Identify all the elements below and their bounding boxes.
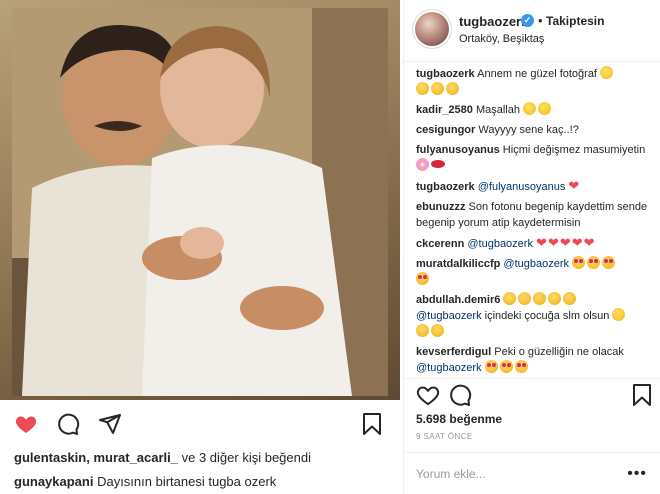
- header-dot: •: [538, 13, 543, 28]
- comment-item: tugbaozerk Annem ne güzel fotoğraf: [416, 66, 649, 98]
- comments-list[interactable]: tugbaozerk Annem ne güzel fotoğraf kadir…: [404, 66, 660, 376]
- comment-user[interactable]: muratdalkiliccfp: [416, 258, 500, 270]
- bookmark-icon[interactable]: [360, 412, 384, 436]
- flower-emoji-icon: [416, 158, 429, 171]
- likes-count-line[interactable]: 5.698 beğenme: [416, 412, 502, 426]
- heart-emoji-icon: ❤: [583, 235, 595, 250]
- smile-emoji-icon: [538, 102, 552, 115]
- liked-by-line: gulentaskin, murat_acarli_ ve 3 diğer ki…: [14, 450, 311, 465]
- post-photo-content: [12, 8, 388, 396]
- comment-item: ckcerenn @tugbaozerk ❤❤❤❤❤: [416, 235, 649, 252]
- details-actions-bar: [404, 378, 660, 408]
- comment-item: ebunuzzz Son fotonu begenip kaydettim se…: [416, 199, 649, 231]
- comment-user[interactable]: cesigungor: [416, 124, 475, 136]
- comment-input[interactable]: [416, 465, 626, 483]
- comment-text: Annem ne güzel fotoğraf: [474, 68, 601, 80]
- comment-item: tugbaozerk @fulyanusoyanus ❤: [416, 178, 649, 195]
- location-link[interactable]: Ortaköy, Beşiktaş: [459, 33, 544, 45]
- avatar[interactable]: [415, 12, 449, 46]
- post-photo[interactable]: [0, 0, 400, 400]
- caption-user[interactable]: gunaykapani: [14, 474, 93, 489]
- more-icon[interactable]: •••: [627, 465, 647, 483]
- comment-user[interactable]: fulyanusoyanus: [416, 144, 500, 156]
- heart-eyes-emoji-icon: [416, 272, 429, 285]
- likes-label: beğenme: [446, 412, 503, 426]
- liked-by-users[interactable]: gulentaskin, murat_acarli_: [14, 450, 178, 465]
- heart-eyes-emoji-icon: [514, 360, 528, 373]
- verified-icon: ✓: [521, 14, 534, 27]
- comment-mention[interactable]: @tugbaozerk: [500, 258, 569, 270]
- lips-emoji-icon: [431, 160, 445, 168]
- comment-mention[interactable]: @tugbaozerk: [464, 238, 533, 250]
- comment-text: Peki o güzelliğin ne olacak: [491, 346, 624, 358]
- comment-item: abdullah.demir6 @tugbaozerk içindeki çoc…: [416, 292, 649, 340]
- comment-item: cesigungor Wayyyy sene kaç..!?: [416, 122, 649, 138]
- kiss-emoji-icon: [548, 292, 562, 305]
- heart-emoji-icon: ❤: [559, 235, 571, 250]
- comment-item: kevserferdigul Peki o güzelliğin ne olac…: [416, 344, 649, 376]
- kiss-emoji-icon: [431, 324, 444, 337]
- heart-icon[interactable]: [14, 412, 38, 436]
- smile-emoji-icon: [612, 308, 626, 321]
- heart-eyes-emoji-icon: [484, 360, 498, 373]
- kiss-emoji-icon: [431, 82, 444, 95]
- comment-text: içindeki çocuğa slm olsun: [481, 310, 613, 322]
- comment-user[interactable]: kevserferdigul: [416, 346, 491, 358]
- heart-eyes-emoji-icon: [499, 360, 513, 373]
- post-header: tugbaozerk ✓ • Takiptesin Ortaköy, Beşik…: [404, 0, 660, 62]
- kiss-emoji-icon: [563, 292, 577, 305]
- kiss-emoji-icon: [416, 324, 429, 337]
- caption-text: Dayısının birtanesi tugba ozerk: [93, 474, 277, 489]
- caption-line: gunaykapani Dayısının birtanesi tugba oz…: [14, 474, 276, 489]
- smile-emoji-icon: [600, 66, 614, 79]
- likes-count: 5.698: [416, 412, 447, 426]
- bookmark-icon[interactable]: [630, 383, 654, 407]
- kiss-emoji-icon: [533, 292, 547, 305]
- comment-text: Maşallah: [472, 104, 524, 116]
- comment-item: fulyanusoyanus Hiçmi değişmez masumiyeti…: [416, 142, 649, 174]
- comment-user[interactable]: ckcerenn: [416, 238, 464, 250]
- kiss-emoji-icon: [446, 82, 459, 95]
- post-panel: gulentaskin, murat_acarli_ ve 3 diğer ki…: [0, 0, 400, 494]
- comment-user[interactable]: kadir_2580: [416, 104, 473, 116]
- post-timestamp[interactable]: 9 SAAT ÖNCE: [416, 432, 473, 441]
- comment-mention[interactable]: @tugbaozerk: [416, 310, 482, 322]
- kiss-emoji-icon: [518, 292, 532, 305]
- header-username[interactable]: tugbaozerk: [459, 14, 528, 29]
- comment-user[interactable]: tugbaozerk: [416, 68, 475, 80]
- comment-user[interactable]: tugbaozerk: [416, 181, 475, 193]
- follow-status-button[interactable]: Takiptesin: [546, 14, 604, 28]
- post-actions-bar: [0, 402, 400, 442]
- liked-by-suffix: ve 3 diğer kişi beğendi: [178, 450, 311, 465]
- comment-text: Wayyyy sene kaç..!?: [475, 124, 579, 136]
- comment-item: muratdalkiliccfp @tugbaozerk: [416, 256, 649, 288]
- smile-emoji-icon: [523, 102, 537, 115]
- heart-eyes-emoji-icon: [602, 256, 616, 269]
- comment-mention[interactable]: @fulyanusoyanus: [475, 181, 566, 193]
- photo-illustration: [12, 8, 388, 396]
- comment-item: kadir_2580 Maşallah: [416, 102, 649, 118]
- comment-text: Hiçmi değişmez masumiyetin: [499, 144, 646, 156]
- comment-user[interactable]: ebunuzzz: [416, 201, 466, 213]
- heart-emoji-icon: ❤: [568, 178, 580, 193]
- heart-outline-icon[interactable]: [416, 383, 440, 407]
- heart-emoji-icon: ❤: [571, 235, 583, 250]
- heart-eyes-emoji-icon: [587, 256, 601, 269]
- comment-icon[interactable]: [56, 412, 80, 436]
- heart-eyes-emoji-icon: [572, 256, 586, 269]
- heart-emoji-icon: ❤: [536, 235, 547, 250]
- share-icon[interactable]: [98, 412, 122, 436]
- comment-icon[interactable]: [448, 383, 472, 407]
- details-panel: tugbaozerk ✓ • Takiptesin Ortaköy, Beşik…: [403, 0, 660, 494]
- heart-emoji-icon: ❤: [547, 235, 559, 250]
- comment-box: •••: [404, 452, 660, 494]
- kiss-emoji-icon: [503, 292, 517, 305]
- kiss-emoji-icon: [416, 82, 429, 95]
- comment-user[interactable]: abdullah.demir6: [416, 294, 500, 306]
- comment-mention[interactable]: @tugbaozerk: [416, 362, 482, 374]
